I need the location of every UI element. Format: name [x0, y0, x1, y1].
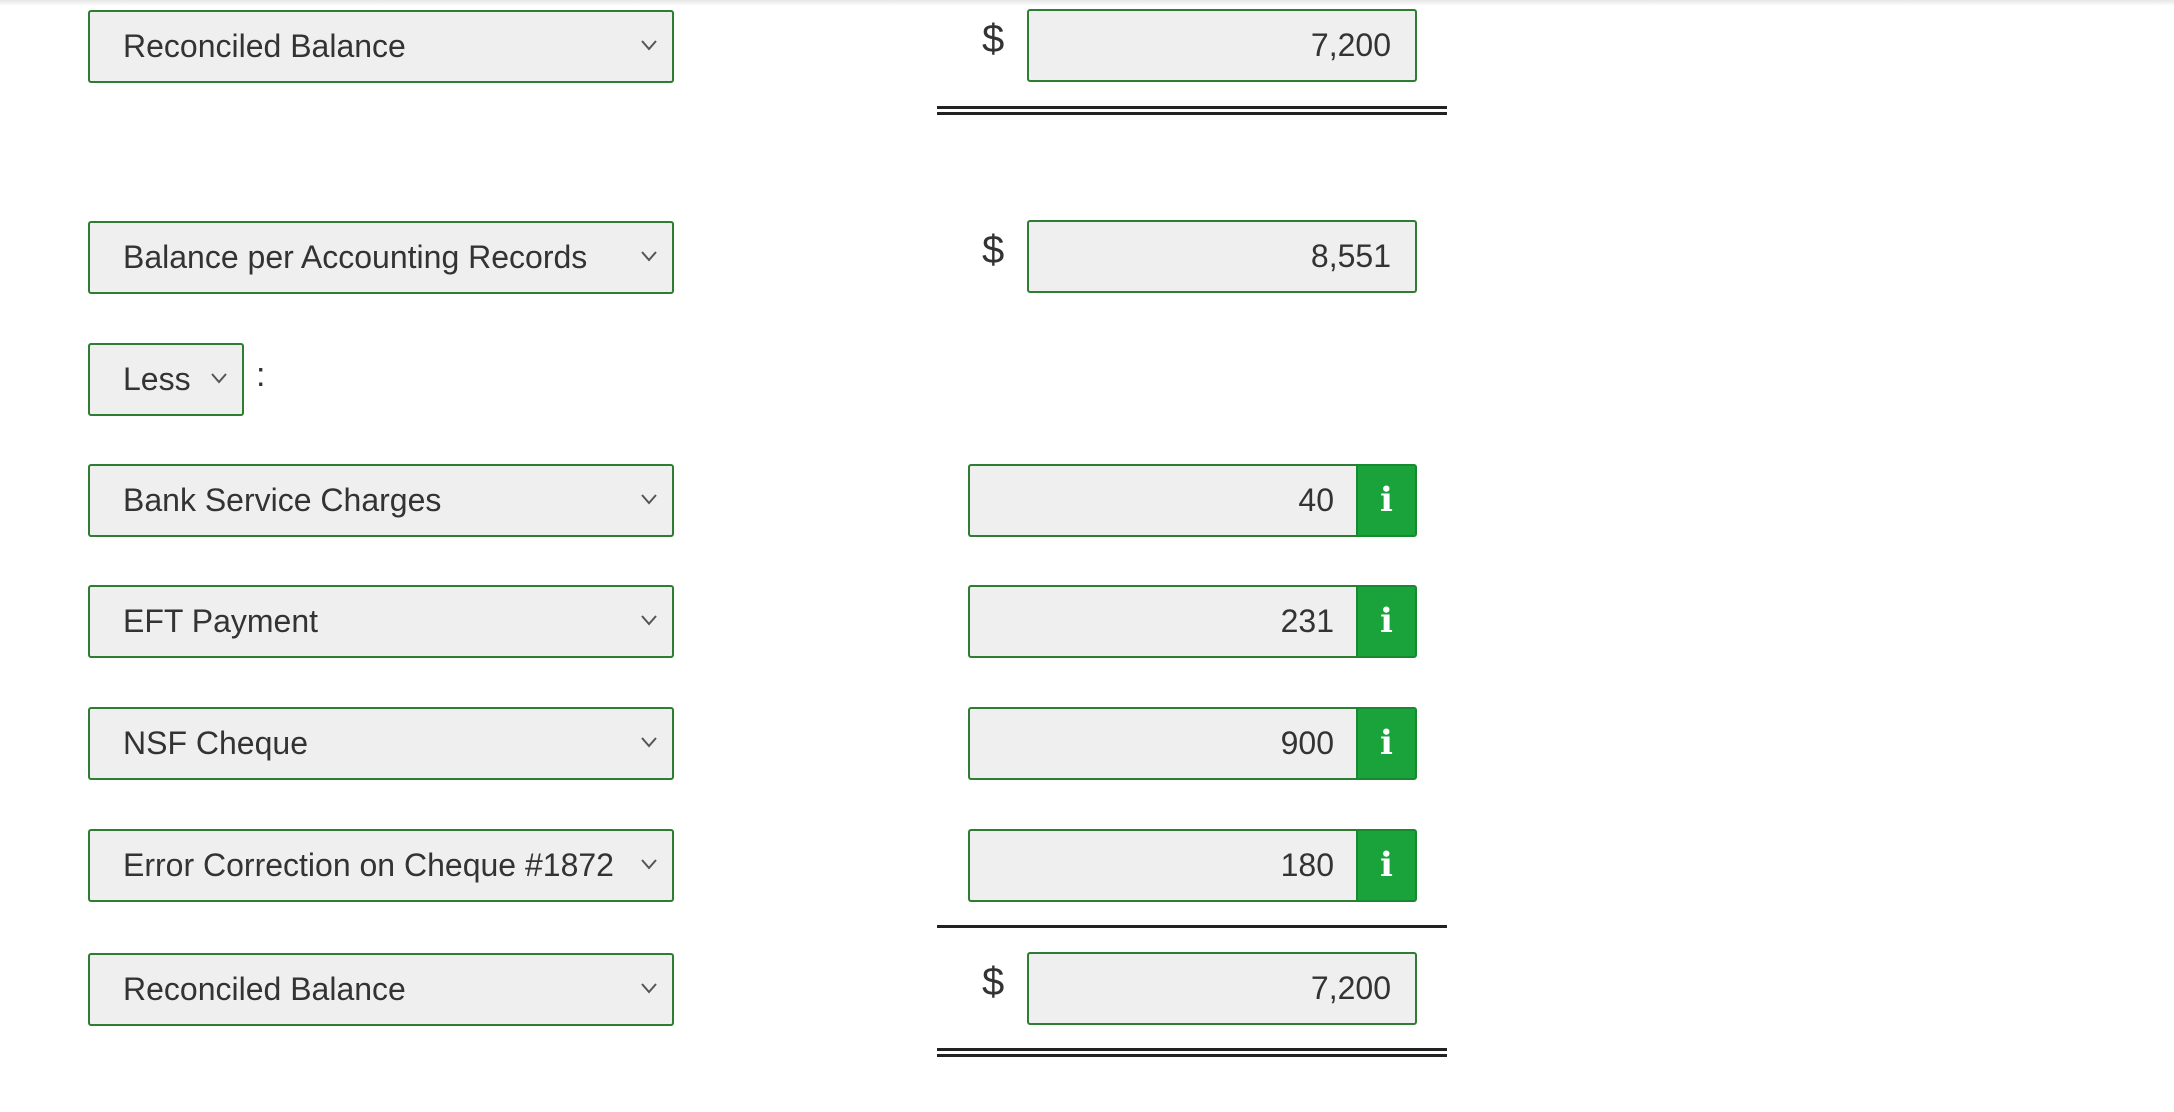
chevron-down-icon	[641, 859, 657, 870]
chevron-down-icon	[641, 251, 657, 262]
select-label: Reconciled Balance	[123, 971, 406, 1007]
adjustment-select-nsf-cheque[interactable]: NSF Cheque	[88, 707, 674, 780]
book-balance-amount-field[interactable]: 8,551	[1027, 220, 1417, 293]
bank-reconciled-amount-field[interactable]: 7,200	[1027, 9, 1417, 82]
operator-select[interactable]: Less	[88, 343, 244, 416]
double-underline	[937, 106, 1447, 115]
currency-symbol: $	[982, 960, 1005, 1004]
chevron-down-icon	[641, 40, 657, 51]
info-icon[interactable]: i	[1356, 707, 1417, 780]
bank-reconciled-balance-select[interactable]: Reconciled Balance	[88, 10, 674, 83]
top-shadow	[0, 0, 2174, 6]
info-icon[interactable]: i	[1356, 464, 1417, 537]
select-label: Error Correction on Cheque #1872	[123, 847, 614, 883]
select-label: Reconciled Balance	[123, 28, 406, 64]
select-label: Less	[123, 361, 191, 397]
adjustment-amount-field[interactable]: 40	[968, 464, 1356, 537]
adjustment-select-eft-payment[interactable]: EFT Payment	[88, 585, 674, 658]
subtotal-underline	[937, 925, 1447, 928]
info-icon[interactable]: i	[1356, 585, 1417, 658]
double-underline	[937, 1048, 1447, 1057]
select-label: NSF Cheque	[123, 725, 308, 761]
chevron-down-icon	[641, 737, 657, 748]
currency-symbol: $	[982, 17, 1005, 61]
adjustment-amount-field[interactable]: 231	[968, 585, 1356, 658]
chevron-down-icon	[641, 615, 657, 626]
adjustment-select-error-correction[interactable]: Error Correction on Cheque #1872	[88, 829, 674, 902]
book-reconciled-balance-select[interactable]: Reconciled Balance	[88, 953, 674, 1026]
adjustment-amount-field[interactable]: 180	[968, 829, 1356, 902]
book-reconciled-amount-field[interactable]: 7,200	[1027, 952, 1417, 1025]
adjustment-select-bank-service-charges[interactable]: Bank Service Charges	[88, 464, 674, 537]
chevron-down-icon	[641, 494, 657, 505]
select-label: EFT Payment	[123, 603, 319, 639]
select-label: Balance per Accounting Records	[123, 239, 588, 275]
currency-symbol: $	[982, 228, 1005, 272]
info-icon[interactable]: i	[1356, 829, 1417, 902]
colon-label: :	[256, 356, 266, 394]
select-label: Bank Service Charges	[123, 482, 442, 518]
book-balance-select[interactable]: Balance per Accounting Records	[88, 221, 674, 294]
adjustment-amount-field[interactable]: 900	[968, 707, 1356, 780]
chevron-down-icon	[211, 373, 227, 384]
chevron-down-icon	[641, 983, 657, 994]
